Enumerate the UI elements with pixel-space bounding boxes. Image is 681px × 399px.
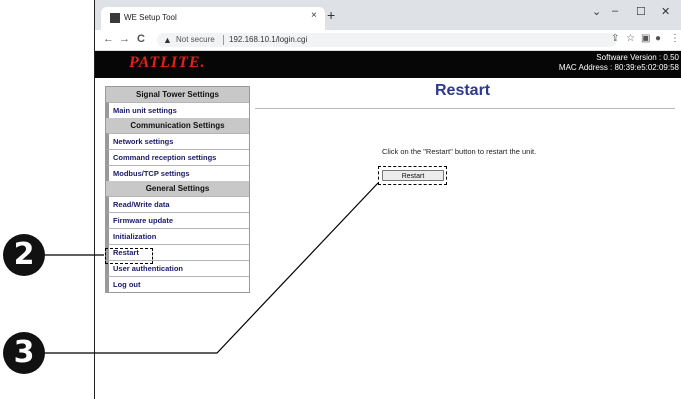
callout-leader-lines xyxy=(45,182,379,354)
callout-3-leader xyxy=(45,182,379,354)
